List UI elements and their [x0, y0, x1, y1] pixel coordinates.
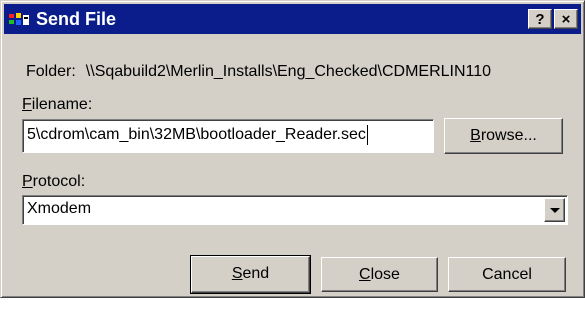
cancel-button[interactable]: Cancel	[448, 257, 566, 292]
folder-path: \\Sqabuild2\Merlin_Installs\Eng_Checked\…	[85, 63, 492, 80]
send-button[interactable]: Send	[190, 255, 311, 294]
filename-label-text: Filename:	[22, 96, 93, 113]
window-title: Send File	[36, 9, 117, 29]
title-bar[interactable]: Send File ? ×	[4, 4, 581, 34]
send-file-dialog: Send File ? × Folder: \\Sqabuild2\Merlin_…	[0, 0, 585, 298]
filename-label: Filename:	[22, 96, 92, 114]
close-button-label: Close	[359, 266, 400, 283]
help-button[interactable]: ?	[528, 9, 552, 29]
cancel-button-label: Cancel	[482, 266, 532, 283]
close-button[interactable]: Close	[321, 257, 438, 292]
browse-button[interactable]: Browse...	[444, 118, 563, 154]
text-caret	[366, 124, 368, 145]
filename-input[interactable]: 5\cdrom\cam_bin\32MB\bootloader_Reader.s…	[22, 119, 434, 153]
filename-value: 5\cdrom\cam_bin\32MB\bootloader_Reader.s…	[27, 126, 366, 143]
folder-label: Folder:	[26, 63, 76, 80]
protocol-selected-value: Xmodem	[27, 200, 92, 217]
window-close-button[interactable]: ×	[554, 9, 578, 29]
protocol-select[interactable]: Xmodem	[22, 195, 568, 225]
browse-button-label: Browse...	[470, 127, 537, 144]
send-button-label: Send	[231, 265, 270, 282]
folder-row: Folder: \\Sqabuild2\Merlin_Installs\Eng_C…	[26, 63, 491, 81]
chevron-down-icon[interactable]	[544, 198, 565, 222]
protocol-label: Protocol:	[22, 173, 86, 190]
app-icon	[9, 13, 29, 25]
